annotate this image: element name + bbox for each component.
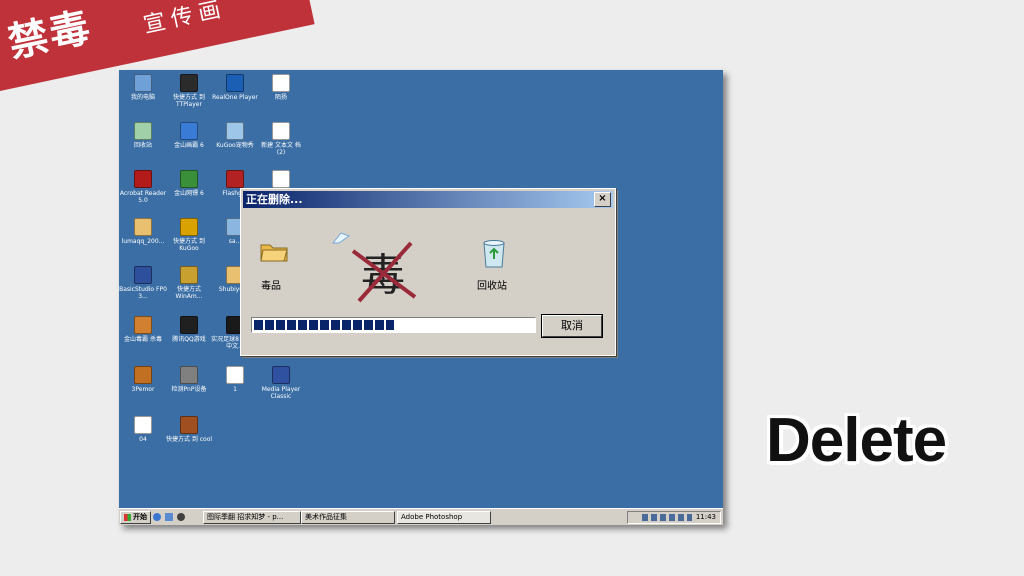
desktop-icon-label: 快捷方式 到 cool: [165, 436, 213, 443]
desktop-icon[interactable]: 快捷方式 到 KuGoo: [165, 218, 213, 252]
desktop-icon[interactable]: 腾讯QQ游戏: [165, 316, 213, 343]
paint-icon: [180, 122, 198, 140]
desktop-icon-label: 金山毒霸 杀毒: [124, 336, 162, 343]
clock: 11:43: [695, 513, 716, 521]
desktop-icon[interactable]: 快捷方式 到 TTPlayer: [165, 74, 213, 108]
desktop-icon[interactable]: 快捷方式 WinAm...: [165, 266, 213, 300]
shield-icon: [180, 170, 198, 188]
desktop-icon[interactable]: 我的电脑: [119, 74, 167, 101]
desktop-icon[interactable]: 快捷方式 到 cool: [165, 416, 213, 443]
desktop-icon-label: Media Player Classic: [261, 386, 301, 400]
desktop-icon-label: KuGoo宠物秀: [216, 142, 254, 149]
desktop-icon-label: 我的电脑: [130, 94, 155, 101]
text-file-icon: [272, 122, 290, 140]
start-button[interactable]: 开始: [120, 511, 151, 524]
desktop-icon-label: 04: [139, 436, 147, 443]
desktop-icon-label: RealOne Player: [212, 94, 258, 101]
desktop-icon[interactable]: 回收站: [119, 122, 167, 149]
realplayer-icon: [226, 74, 244, 92]
desktop-icon[interactable]: lumaqq_200...: [119, 218, 167, 245]
desktop-icon-label: lumaqq_200...: [121, 238, 165, 245]
cool-icon: [180, 416, 198, 434]
desktop-icon[interactable]: 新建 文本文 档 (2): [257, 122, 305, 156]
kugoo-icon: [226, 122, 244, 140]
recycle-bin-icon: [483, 240, 505, 268]
desktop-icon[interactable]: 金山画霸 6: [165, 122, 213, 149]
desktop-icon[interactable]: [165, 513, 173, 521]
flying-document-icon: [331, 232, 351, 244]
system-tray: 11:43: [627, 511, 721, 524]
desktop-icon-label: 检测PnP设备: [171, 386, 207, 393]
desktop-icon[interactable]: Media Player Classic: [257, 366, 305, 400]
desktop-icon[interactable]: BasicStudio FP0 3...: [119, 266, 167, 300]
desktop-icon-label: Acrobat Reader 5.0: [119, 190, 167, 204]
desktop-icon-label: 金山网镖 6: [174, 190, 204, 197]
start-label: 开始: [133, 513, 147, 521]
desktop-icon-label: 快捷方式 到 KuGoo: [173, 238, 205, 252]
desktop-icon-label: 3Pemor: [131, 386, 155, 393]
player-icon: [180, 74, 198, 92]
qq-game-icon: [180, 316, 198, 334]
media-icon[interactable]: [177, 513, 185, 521]
studio-icon: [134, 266, 152, 284]
caption: Delete: [766, 406, 947, 475]
desktop-icon-label: 新建 文本文 档 (2): [261, 142, 301, 156]
taskbar-item-3[interactable]: Adobe Photoshop: [397, 511, 491, 524]
desktop-icon-label: 快捷方式 到 TTPlayer: [173, 94, 205, 108]
desktop-icon-label: 1: [233, 386, 237, 393]
document-icon: [226, 366, 244, 384]
dialog-title: 正在删除...: [246, 193, 303, 206]
progress-fill: [254, 320, 394, 330]
desktop-icon-label: 陌扬: [274, 94, 287, 101]
desktop-icon[interactable]: 陌扬: [257, 74, 305, 101]
computer-icon: [134, 74, 152, 92]
desktop-icon[interactable]: 检测PnP设备: [165, 366, 213, 393]
image-icon: [134, 416, 152, 434]
desktop-icon[interactable]: KuGoo宠物秀: [211, 122, 259, 149]
hardware-icon: [180, 366, 198, 384]
desktop-icon[interactable]: [257, 170, 305, 190]
folder-icon: [134, 218, 152, 236]
red-cross-icon: [351, 241, 417, 303]
kugoo-icon: [180, 218, 198, 236]
taskbar: 开始 图际季翻 招求知梦 - p... 美术作品征集 Adobe Photosh…: [119, 508, 723, 525]
desktop-icon-label: BasicStudio FP0 3...: [119, 286, 167, 300]
taskbar-item-1[interactable]: 图际季翻 招求知梦 - p...: [203, 511, 301, 524]
desktop-icon-label: 快捷方式 WinAm...: [175, 286, 203, 300]
winamp-icon: [180, 266, 198, 284]
desktop-icon[interactable]: 金山网镖 6: [165, 170, 213, 197]
close-button[interactable]: ×: [594, 192, 611, 207]
document-icon: [272, 74, 290, 92]
exe-icon: [134, 366, 152, 384]
desktop-icon[interactable]: 1: [211, 366, 259, 393]
quick-launch: [153, 512, 197, 522]
dialog-titlebar: 正在删除... ×: [243, 191, 613, 208]
source-label: 毒品: [261, 281, 281, 292]
desktop-icon[interactable]: 金山毒霸 杀毒: [119, 316, 167, 343]
delete-dialog: 正在删除... × 毒品 毒 回收站 取: [240, 188, 616, 356]
desktop-icon[interactable]: 3Pemor: [119, 366, 167, 393]
acrobat-icon: [134, 170, 152, 188]
desktop-icon-label: 腾讯QQ游戏: [172, 336, 206, 343]
desktop-icon-label: 金山画霸 6: [174, 142, 204, 149]
desktop-screenshot: 我的电脑 快捷方式 到 TTPlayer RealOne Player 陌扬 回收站 金山…: [119, 70, 723, 525]
desktop-icon[interactable]: RealOne Player: [211, 74, 259, 101]
flash-icon: [226, 170, 244, 188]
desktop-icon[interactable]: 04: [119, 416, 167, 443]
antivirus-icon: [134, 316, 152, 334]
progress-bar: [251, 317, 536, 333]
cancel-button[interactable]: 取消: [541, 314, 603, 338]
crossed-drug-graphic: 毒: [349, 237, 419, 307]
desktop-icon-label: 回收站: [133, 142, 152, 149]
desktop-icon[interactable]: Acrobat Reader 5.0: [119, 170, 167, 204]
mpc-icon: [272, 366, 290, 384]
tray-icons[interactable]: [641, 513, 692, 521]
ie-icon[interactable]: [153, 513, 161, 521]
folder-icon: [260, 244, 288, 262]
recycle-bin-icon: [134, 122, 152, 140]
document-icon: [272, 170, 290, 188]
windows-logo-icon: [124, 513, 131, 521]
destination-label: 回收站: [477, 281, 507, 292]
taskbar-item-2[interactable]: 美术作品征集: [301, 511, 395, 524]
